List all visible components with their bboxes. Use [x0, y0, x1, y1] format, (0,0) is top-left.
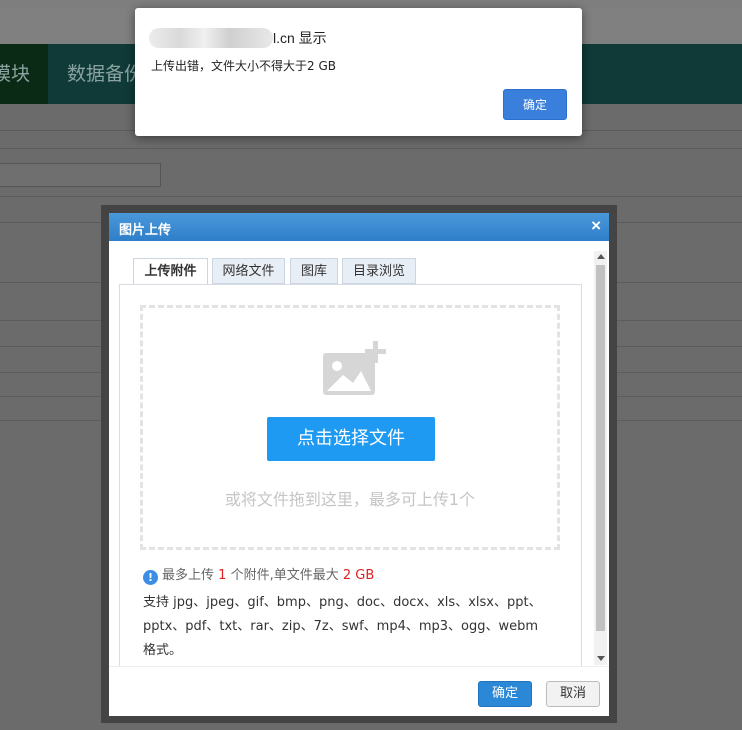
- nav-item-data-backup[interactable]: 数据备份: [67, 44, 143, 104]
- bg-row-divider: [0, 148, 742, 149]
- nav-item-modules[interactable]: 模块: [0, 44, 30, 104]
- add-image-icon: [323, 341, 386, 395]
- confirm-button[interactable]: 确定: [478, 681, 532, 707]
- alert-origin-text: l.cn 显示: [273, 30, 327, 46]
- info-icon: !: [143, 570, 158, 585]
- tab-upload-attachment[interactable]: 上传附件: [133, 258, 208, 285]
- scrollbar-thumb[interactable]: [596, 265, 605, 631]
- bg-row-divider: [0, 196, 742, 197]
- alert-ok-button[interactable]: 确定: [503, 89, 567, 120]
- max-count-value: 1: [218, 568, 227, 583]
- bg-text-input[interactable]: [0, 163, 161, 187]
- alert-origin: l.cn 显示: [149, 28, 327, 48]
- close-icon[interactable]: ×: [591, 216, 601, 236]
- drop-hint-text: 或将文件拖到这里，最多可上传1个: [224, 490, 476, 509]
- image-upload-dialog: 图片上传 × 上传附件 网络文件 图库 目录浏览 点击选择文件 或将文件拖到这里…: [109, 213, 609, 716]
- dialog-title: 图片上传: [119, 223, 172, 238]
- tab-network-file[interactable]: 网络文件: [212, 258, 285, 284]
- file-drop-zone[interactable]: 点击选择文件 或将文件拖到这里，最多可上传1个: [140, 305, 560, 550]
- tab-directory-browse[interactable]: 目录浏览: [342, 258, 416, 284]
- browser-alert-dialog: l.cn 显示 上传出错，文件大小不得大于2 GB 确定: [135, 8, 582, 136]
- tab-gallery[interactable]: 图库: [290, 258, 338, 284]
- info-middle: 个附件,单文件最大: [230, 568, 339, 583]
- scroll-down-arrow-icon[interactable]: [597, 656, 605, 661]
- cancel-button[interactable]: 取消: [546, 681, 600, 707]
- dialog-footer: 确定 取消: [109, 666, 609, 717]
- dialog-title-bar[interactable]: 图片上传 ×: [109, 213, 609, 241]
- scroll-up-arrow-icon[interactable]: [597, 254, 605, 259]
- supported-formats-text: 支持 jpg、jpeg、gif、bmp、png、doc、docx、xls、xls…: [143, 595, 542, 658]
- select-file-button[interactable]: 点击选择文件: [267, 417, 435, 461]
- upload-limit-info: ! 最多上传 1 个附件,单文件最大 2 GB: [143, 564, 374, 585]
- dialog-content: 上传附件 网络文件 图库 目录浏览 点击选择文件 或将文件拖到这里，最多可上传1…: [109, 241, 593, 666]
- max-size-value: 2 GB: [342, 568, 375, 583]
- alert-message: 上传出错，文件大小不得大于2 GB: [151, 59, 336, 73]
- browser-top-strip: [0, 0, 742, 8]
- blurred-domain: [149, 28, 273, 48]
- info-prefix: 最多上传: [162, 568, 215, 583]
- dialog-scrollbar[interactable]: [594, 251, 607, 665]
